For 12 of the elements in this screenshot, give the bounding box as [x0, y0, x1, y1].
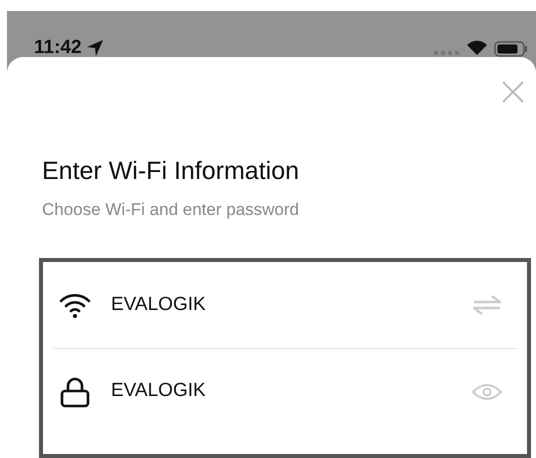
close-button[interactable] — [500, 79, 526, 105]
sheet-subtitle: Choose Wi-Fi and enter password — [42, 201, 300, 218]
wifi-icon — [57, 292, 93, 318]
password-field[interactable]: EVALOGIK — [111, 377, 471, 406]
status-time: 11:42 — [34, 38, 82, 57]
network-field[interactable]: EVALOGIK — [111, 290, 471, 320]
location-arrow-icon — [86, 39, 104, 57]
switch-network-button[interactable] — [471, 293, 503, 317]
signal-icon — [434, 50, 460, 56]
wifi-icon — [466, 39, 488, 56]
battery-icon — [494, 41, 528, 57]
sheet-title: Enter Wi-Fi Information — [42, 159, 300, 184]
